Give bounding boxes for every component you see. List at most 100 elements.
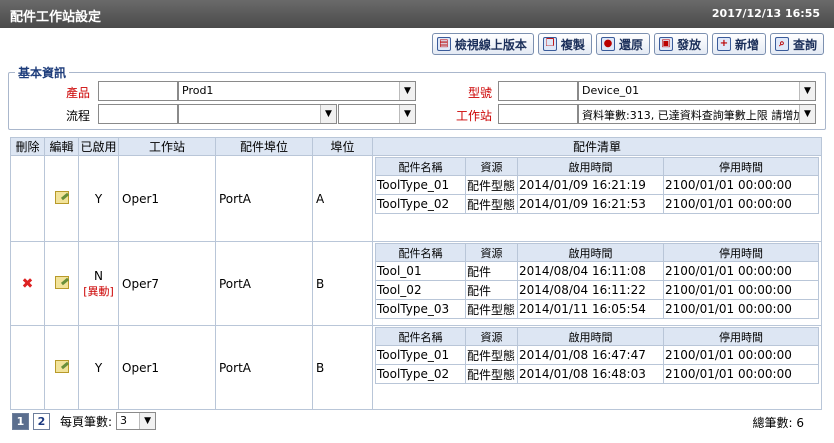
- list-item: Tool_02 配件 2014/08/04 16:11:22 2100/01/0…: [375, 280, 819, 300]
- flow-select[interactable]: ▼: [178, 104, 337, 124]
- list-item: ToolType_03 配件型態 2014/01/11 16:05:54 210…: [375, 299, 819, 319]
- product-code-input[interactable]: [98, 81, 178, 101]
- part-start: 2014/08/04 16:11:08: [517, 261, 664, 281]
- part-name: Tool_01: [375, 261, 466, 281]
- slot-cell: A: [312, 155, 373, 242]
- edit-cell: [44, 241, 79, 326]
- enabled-cell: Y: [78, 155, 119, 242]
- list-item: ToolType_01 配件型態 2014/01/08 16:47:47 210…: [375, 345, 819, 365]
- model-code-input[interactable]: [498, 81, 578, 101]
- table-row: Y Oper1 PortA B 配件名稱 資源 啟用時間 停用時間 ToolTy…: [10, 325, 822, 410]
- sub-col-name: 配件名稱: [375, 327, 466, 346]
- part-start: 2014/08/04 16:11:22: [517, 280, 664, 300]
- part-name: ToolType_01: [375, 345, 466, 365]
- part-end: 2100/01/01 00:00:00: [663, 299, 819, 319]
- port-cell: PortA: [215, 241, 313, 326]
- part-source: 配件: [465, 261, 518, 281]
- part-end: 2100/01/01 00:00:00: [663, 194, 819, 214]
- sub-col-name: 配件名稱: [375, 157, 466, 176]
- total-count: 總筆數: 6: [752, 416, 805, 430]
- copy-button[interactable]: ❐ 複製: [537, 33, 592, 55]
- part-source: 配件型態: [465, 364, 518, 384]
- sub-col-start: 啟用時間: [517, 243, 664, 262]
- table-row: ✖ N [異動] Oper7 PortA B 配件名稱 資源 啟用時間 停用時間 …: [10, 241, 822, 326]
- clock: 2017/12/13 16:55: [711, 7, 820, 20]
- edit-icon[interactable]: [54, 359, 69, 373]
- list-item: ToolType_02 配件型態 2014/01/09 16:21:53 210…: [375, 194, 819, 214]
- station-label: 工作站: [455, 109, 492, 123]
- col-slot: 埠位: [312, 137, 373, 156]
- part-end: 2100/01/01 00:00:00: [663, 261, 819, 281]
- page-1-button[interactable]: 1: [12, 412, 29, 430]
- parts-cell: 配件名稱 資源 啟用時間 停用時間 ToolType_01 配件型態 2014/…: [372, 155, 822, 242]
- sub-col-start: 啟用時間: [517, 157, 664, 176]
- add-icon: +: [716, 37, 731, 51]
- sub-col-source: 資源: [465, 243, 518, 262]
- col-edit: 編輯: [44, 137, 79, 156]
- part-end: 2100/01/01 00:00:00: [663, 175, 819, 195]
- flow-label: 流程: [65, 109, 90, 123]
- flow-version-select[interactable]: ▼: [338, 104, 416, 124]
- restore-icon: ●: [600, 37, 615, 51]
- delete-icon[interactable]: ✖: [22, 276, 34, 292]
- sub-col-name: 配件名稱: [375, 243, 466, 262]
- part-end: 2100/01/01 00:00:00: [663, 280, 819, 300]
- station-code-input[interactable]: [498, 104, 578, 124]
- parts-table: 配件名稱 資源 啟用時間 停用時間 ToolType_01 配件型態 2014/…: [375, 327, 819, 384]
- sub-col-start: 啟用時間: [517, 327, 664, 346]
- page-title: 配件工作站設定: [10, 10, 102, 25]
- station-select[interactable]: 資料筆數:313, 已達資料查詢筆數上限 請增加條件 ▼: [578, 104, 816, 124]
- col-station: 工作站: [118, 137, 216, 156]
- list-item: ToolType_01 配件型態 2014/01/09 16:21:19 210…: [375, 175, 819, 195]
- add-button[interactable]: + 新增: [711, 33, 766, 55]
- part-start: 2014/01/09 16:21:53: [517, 194, 664, 214]
- part-name: Tool_02: [375, 280, 466, 300]
- chevron-down-icon: ▼: [139, 413, 156, 429]
- query-button[interactable]: ⌕ 查詢: [769, 33, 824, 55]
- flow-code-input[interactable]: [98, 104, 178, 124]
- chevron-down-icon: ▼: [799, 82, 815, 100]
- station-cell: Oper1: [118, 325, 216, 410]
- parts-cell: 配件名稱 資源 啟用時間 停用時間 ToolType_01 配件型態 2014/…: [372, 325, 822, 410]
- station-grid: 刪除 編輯 已啟用 工作站 配件埠位 埠位 配件清單 Y Oper1 PortA…: [10, 137, 822, 410]
- grid-header-row: 刪除 編輯 已啟用 工作站 配件埠位 埠位 配件清單: [10, 137, 822, 156]
- enabled-cell: Y: [78, 325, 119, 410]
- port-cell: PortA: [215, 325, 313, 410]
- restore-button[interactable]: ● 還原: [595, 33, 650, 55]
- delete-cell: [10, 325, 45, 410]
- per-page-select[interactable]: 3 ▼: [116, 412, 157, 430]
- model-select[interactable]: Device_01 ▼: [578, 81, 816, 101]
- col-delete: 刪除: [10, 137, 45, 156]
- parts-header-row: 配件名稱 資源 啟用時間 停用時間: [375, 243, 819, 262]
- publish-button[interactable]: ▣ 發放: [653, 33, 708, 55]
- part-start: 2014/01/11 16:05:54: [517, 299, 664, 319]
- parts-table: 配件名稱 資源 啟用時間 停用時間 ToolType_01 配件型態 2014/…: [375, 157, 819, 214]
- part-source: 配件型態: [465, 194, 518, 214]
- part-source: 配件型態: [465, 299, 518, 319]
- sub-col-source: 資源: [465, 327, 518, 346]
- sub-col-end: 停用時間: [663, 327, 819, 346]
- view-online-button[interactable]: ▤ 檢視線上版本: [431, 33, 534, 55]
- product-label: 產品: [65, 86, 90, 100]
- basic-info-legend: 基本資訊: [18, 66, 67, 80]
- delete-cell: [10, 155, 45, 242]
- col-port: 配件埠位: [215, 137, 313, 156]
- sub-col-source: 資源: [465, 157, 518, 176]
- chevron-down-icon: ▼: [399, 82, 415, 100]
- pager: 1 2 每頁筆數: 3 ▼: [12, 412, 157, 430]
- parts-table: 配件名稱 資源 啟用時間 停用時間 Tool_01 配件 2014/08/04 …: [375, 243, 819, 319]
- edit-icon[interactable]: [54, 190, 69, 204]
- sub-col-end: 停用時間: [663, 243, 819, 262]
- product-select[interactable]: Prod1 ▼: [178, 81, 416, 101]
- page-2-button[interactable]: 2: [33, 412, 50, 430]
- part-name: ToolType_02: [375, 194, 466, 214]
- part-start: 2014/01/09 16:21:19: [517, 175, 664, 195]
- edit-icon[interactable]: [54, 275, 69, 289]
- parts-header-row: 配件名稱 資源 啟用時間 停用時間: [375, 157, 819, 176]
- col-enabled: 已啟用: [78, 137, 119, 156]
- part-start: 2014/01/08 16:47:47: [517, 345, 664, 365]
- moved-badge: [異動]: [83, 284, 114, 298]
- delete-cell: ✖: [10, 241, 45, 326]
- station-cell: Oper7: [118, 241, 216, 326]
- part-name: ToolType_03: [375, 299, 466, 319]
